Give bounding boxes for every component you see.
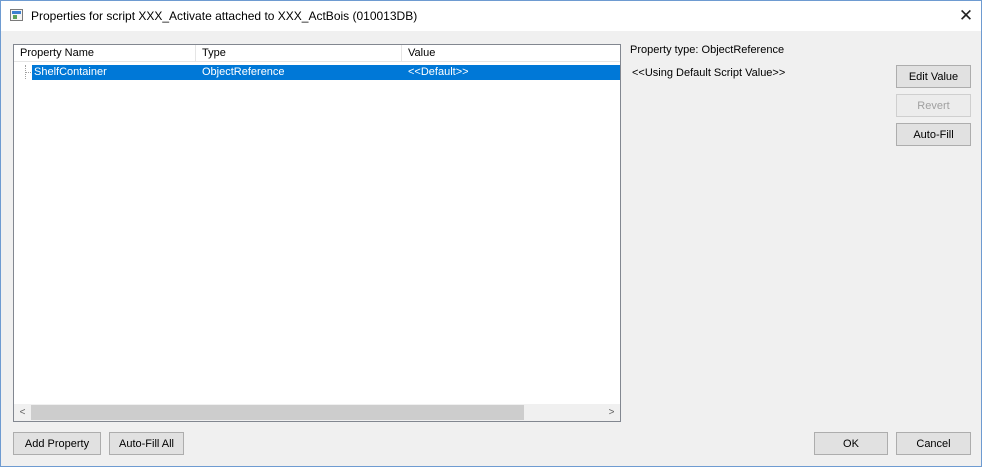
window-title: Properties for script XXX_Activate attac…: [31, 9, 418, 23]
list-row-shelfcontainer[interactable]: ShelfContainer ObjectReference <<Default…: [32, 65, 620, 80]
scroll-left-icon[interactable]: <: [14, 404, 31, 421]
cancel-button[interactable]: Cancel: [896, 432, 971, 455]
scroll-right-icon[interactable]: >: [603, 404, 620, 421]
cell-property-name: ShelfContainer: [34, 66, 107, 78]
edit-value-button[interactable]: Edit Value: [896, 65, 971, 88]
revert-button[interactable]: Revert: [896, 94, 971, 117]
window-icon: [10, 9, 23, 21]
auto-fill-all-button[interactable]: Auto-Fill All: [109, 432, 184, 455]
property-value-text: <<Using Default Script Value>>: [632, 67, 786, 79]
properties-dialog: Properties for script XXX_Activate attac…: [0, 0, 982, 467]
cell-type: ObjectReference: [202, 66, 285, 78]
horizontal-scrollbar[interactable]: < >: [14, 404, 620, 421]
close-button[interactable]: ✕: [951, 1, 981, 31]
add-property-button[interactable]: Add Property: [13, 432, 101, 455]
title-bar[interactable]: Properties for script XXX_Activate attac…: [1, 1, 981, 31]
column-header-property-name[interactable]: Property Name: [14, 45, 196, 62]
ok-button[interactable]: OK: [814, 432, 888, 455]
column-header-value[interactable]: Value: [402, 45, 620, 62]
column-header-type[interactable]: Type: [196, 45, 402, 62]
scrollbar-thumb[interactable]: [31, 405, 524, 420]
list-header: Property Name Type Value: [14, 45, 620, 62]
property-type-label: Property type: ObjectReference: [630, 44, 785, 56]
auto-fill-button[interactable]: Auto-Fill: [896, 123, 971, 146]
properties-list[interactable]: Property Name Type Value ShelfContainer …: [13, 44, 621, 422]
cell-value: <<Default>>: [408, 66, 469, 78]
tree-connector: [26, 72, 31, 73]
